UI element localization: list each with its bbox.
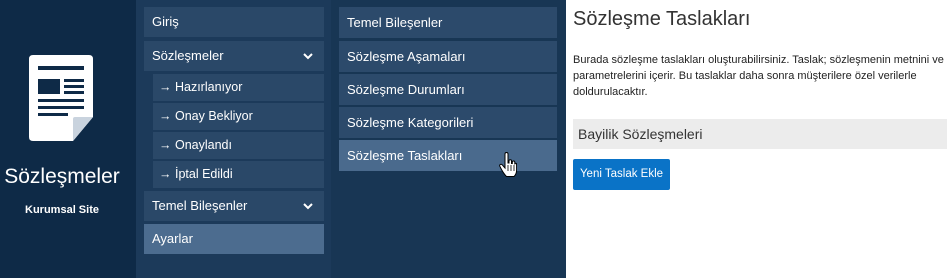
nav-subitem-hazirlaniyor[interactable]: → Hazırlanıyor bbox=[153, 74, 324, 101]
settings-item-label: Sözleşme Aşamaları bbox=[347, 49, 466, 64]
template-group-panel: Bayilik Sözleşmeleri bbox=[573, 119, 947, 149]
settings-item-durumlar[interactable]: Sözleşme Durumları bbox=[339, 74, 557, 105]
nav-item-label: Sözleşmeler bbox=[152, 48, 224, 63]
brand-subtitle: Kurumsal Site bbox=[25, 204, 99, 216]
hand-cursor-icon bbox=[499, 152, 517, 177]
nav-item-label: Giriş bbox=[152, 14, 179, 29]
brand-title: Sözleşmeler bbox=[4, 165, 120, 188]
document-icon bbox=[29, 55, 93, 141]
settings-item-label: Sözleşme Durumları bbox=[347, 82, 465, 97]
brand-panel: Sözleşmeler Kurumsal Site bbox=[0, 0, 136, 278]
settings-item-temel-bilesenler[interactable]: Temel Bileşenler bbox=[339, 7, 557, 38]
settings-item-asamalar[interactable]: Sözleşme Aşamaları bbox=[339, 41, 557, 72]
settings-item-label: Sözleşme Taslakları bbox=[347, 148, 463, 163]
nav-item-ayarlar[interactable]: Ayarlar bbox=[144, 224, 324, 254]
nav-item-label: → Onay Bekliyor bbox=[159, 109, 253, 123]
settings-item-kategoriler[interactable]: Sözleşme Kategorileri bbox=[339, 107, 557, 138]
nav-item-label: Ayarlar bbox=[152, 231, 193, 246]
settings-item-taslaklar[interactable]: Sözleşme Taslakları bbox=[339, 140, 557, 177]
nav-subitem-iptal-edildi[interactable]: → İptal Edildi bbox=[153, 161, 324, 188]
nav-item-label: → İptal Edildi bbox=[159, 167, 233, 181]
settings-nav: Temel Bileşenler Sözleşme Aşamaları Sözl… bbox=[331, 0, 566, 278]
page-title: Sözleşme Taslakları bbox=[573, 8, 751, 30]
content-area: Sözleşme Taslakları Burada sözleşme tasl… bbox=[566, 0, 950, 278]
nav-subitem-onay-bekliyor[interactable]: → Onay Bekliyor bbox=[153, 103, 324, 130]
chevron-down-icon bbox=[303, 203, 313, 210]
nav-item-label: Temel Bileşenler bbox=[152, 198, 248, 213]
panel-title: Bayilik Sözleşmeleri bbox=[578, 126, 703, 142]
settings-item-label: Sözleşme Kategorileri bbox=[347, 115, 474, 130]
page-description: Burada sözleşme taslakları oluşturabilir… bbox=[573, 54, 944, 98]
nav-subitem-onaylandi[interactable]: → Onaylandı bbox=[153, 132, 324, 159]
nav-item-label: → Hazırlanıyor bbox=[159, 80, 243, 94]
new-template-button[interactable]: Yeni Taslak Ekle bbox=[573, 159, 670, 190]
nav-item-label: → Onaylandı bbox=[159, 138, 232, 152]
chevron-down-icon bbox=[303, 53, 313, 60]
nav-item-temel-bilesenler[interactable]: Temel Bileşenler bbox=[144, 191, 324, 221]
settings-item-label: Temel Bileşenler bbox=[347, 15, 443, 30]
nav-item-giris[interactable]: Giriş bbox=[144, 7, 324, 37]
nav-item-sozlesmeler[interactable]: Sözleşmeler bbox=[144, 41, 324, 71]
main-nav: Giriş Sözleşmeler → Hazırlanıyor → Onay … bbox=[136, 0, 331, 278]
